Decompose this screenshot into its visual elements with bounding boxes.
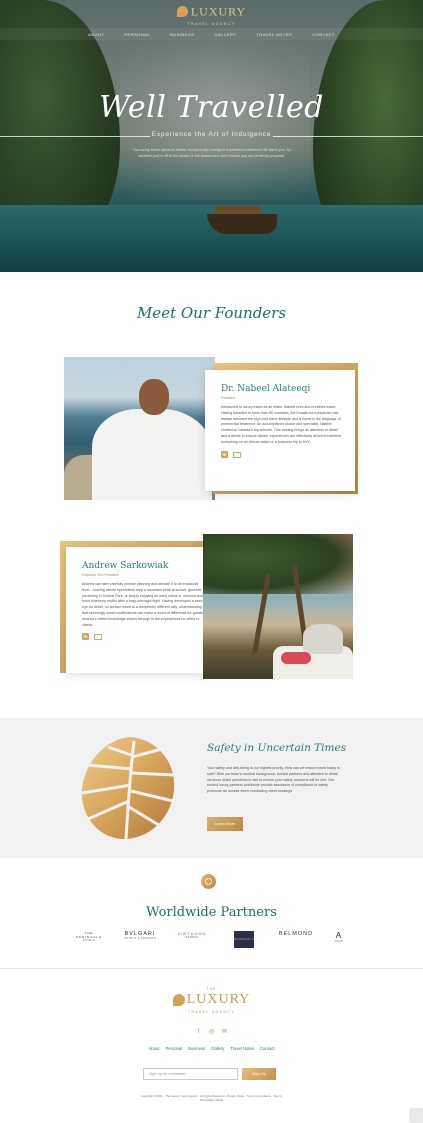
- leaf-logo-icon: [172, 993, 185, 1006]
- footer-nav-personal[interactable]: Personal: [166, 1046, 183, 1051]
- footer-nav-business[interactable]: Business: [188, 1046, 205, 1051]
- safety-text: Your safety and well-being is our highes…: [207, 766, 340, 794]
- partner-logo[interactable]: VIRTUOSO MEMBER: [174, 931, 210, 939]
- founder-card-andrew: Andrew Sarkowiak Executive Vice Presiden…: [66, 547, 216, 673]
- facebook-icon[interactable]: f: [195, 1029, 202, 1036]
- founder-bio: Andrew can take carefully precise planni…: [82, 582, 205, 627]
- safety-title: Safety in Uncertain Times: [207, 742, 347, 754]
- nav-about[interactable]: About: [88, 32, 104, 37]
- footer-nav-travel-notes[interactable]: Travel Notes: [230, 1046, 254, 1051]
- footer-nav-contact[interactable]: Contact: [260, 1046, 274, 1051]
- nav-travel-notes[interactable]: Travel Notes: [256, 32, 292, 37]
- linkedin-icon[interactable]: in: [82, 633, 89, 641]
- founder-photo-nabeel: [64, 357, 215, 500]
- hero-boat: [207, 214, 277, 234]
- header-logo[interactable]: LUXURY TRAVEL AGENCY: [0, 3, 423, 26]
- linkedin-icon[interactable]: in: [221, 450, 228, 458]
- social-links: f ◎ ✉: [0, 1029, 423, 1036]
- founder-bio: Introduced to luxury travel as an infant…: [221, 405, 342, 444]
- page: LUXURY TRAVEL AGENCY About Personal Busi…: [0, 0, 423, 1123]
- partner-logo[interactable]: BELMOND: [276, 931, 316, 937]
- hero-banner: LUXURY TRAVEL AGENCY About Personal Busi…: [0, 0, 423, 272]
- footer-divider: [0, 968, 423, 969]
- partner-logo[interactable]: A AMAN: [332, 931, 346, 943]
- nav-personal[interactable]: Personal: [124, 32, 150, 37]
- footer-nav-about[interactable]: About: [149, 1046, 160, 1051]
- founder-photo-andrew: [203, 534, 353, 679]
- header-logo-name: LUXURY: [190, 4, 247, 19]
- header-logo-sub: TRAVEL AGENCY: [187, 22, 236, 26]
- founder-role: Executive Vice President: [82, 573, 119, 577]
- footer-logo[interactable]: THE LUXURY TRAVEL AGENCY: [0, 987, 423, 1014]
- founder-card-nabeel: Dr. Nabeel Alateeqi President Introduced…: [205, 370, 355, 491]
- email-icon[interactable]: [94, 634, 102, 641]
- copyright-text: Copyright © 2021 · The Luxury Travel Age…: [140, 1094, 283, 1103]
- partner-logo[interactable]: BVLGARI HOTELS & RESORTS: [120, 931, 160, 940]
- nav-business[interactable]: Business: [170, 32, 194, 37]
- hero-title: Well Travelled: [99, 90, 324, 125]
- founder-name: Andrew Sarkowiak: [82, 561, 169, 571]
- partner-logos: THE PENINSULA HOTELS BVLGARI HOTELS & RE…: [74, 931, 354, 951]
- recaptcha-badge[interactable]: [409, 1108, 423, 1123]
- footer-nav-gallery[interactable]: Gallery: [211, 1046, 224, 1051]
- email-icon[interactable]: ✉: [221, 1029, 228, 1036]
- email-icon[interactable]: [233, 451, 241, 458]
- newsletter-input[interactable]: Sign up for newsletter: [143, 1068, 238, 1080]
- top-nav: About Personal Business Gallery Travel N…: [0, 28, 423, 40]
- monstera-leaf-icon: [81, 737, 175, 840]
- footer-nav: About Personal Business Gallery Travel N…: [0, 1046, 423, 1051]
- partner-logo[interactable]: THE PENINSULA HOTELS: [74, 931, 104, 942]
- nav-gallery[interactable]: Gallery: [214, 32, 236, 37]
- round-emblem-icon: [201, 874, 216, 889]
- leaf-logo-icon: [176, 6, 188, 18]
- founders-title: Meet Our Founders: [136, 304, 287, 322]
- founder-role: President: [221, 396, 235, 400]
- hero-description: Our luxury travel advisors deliver excep…: [132, 148, 292, 158]
- signup-button[interactable]: Sign Up: [242, 1068, 276, 1080]
- founder-name: Dr. Nabeel Alateeqi: [221, 384, 311, 394]
- hero-subtitle: Experience the Art of Indulgence: [151, 131, 272, 138]
- partners-title: Worldwide Partners: [146, 905, 277, 920]
- learn-more-button[interactable]: Learn More: [207, 817, 243, 831]
- nav-contact[interactable]: Contact: [312, 32, 335, 37]
- instagram-icon[interactable]: ◎: [208, 1029, 215, 1036]
- partner-logo[interactable]: MANDARIN: [234, 931, 254, 948]
